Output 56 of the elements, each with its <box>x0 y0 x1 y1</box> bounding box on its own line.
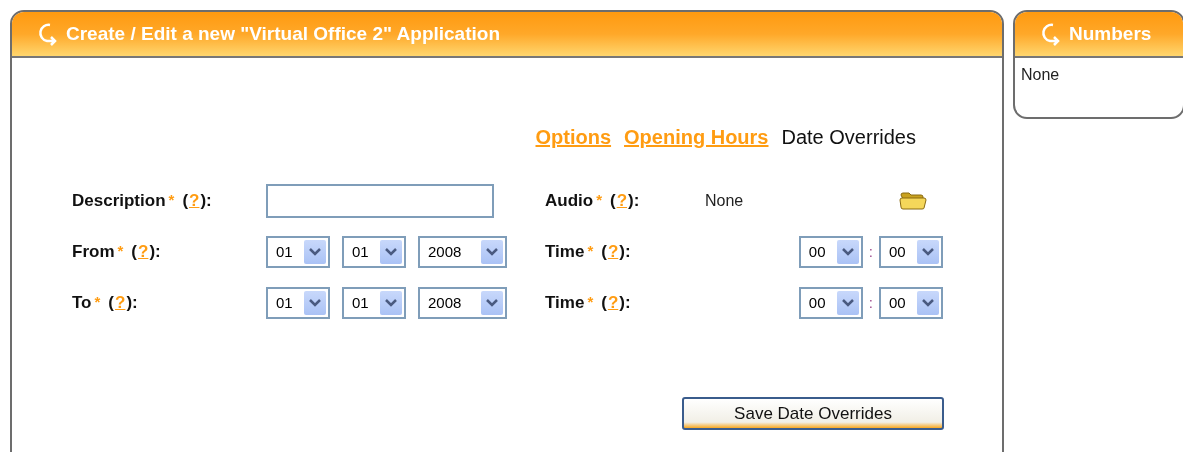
dropdown[interactable]: 2008 <box>418 286 507 319</box>
description-field[interactable] <box>266 183 494 218</box>
paren: ): <box>619 292 631 313</box>
field-label: Description <box>72 190 166 211</box>
return-arrow-icon <box>38 22 58 46</box>
caret-icon <box>309 298 321 307</box>
field-label: From <box>72 241 115 262</box>
paren: ( <box>108 292 115 313</box>
dropdown[interactable]: 00 <box>879 235 943 268</box>
paren: ( <box>601 241 607 262</box>
caret-icon <box>841 298 854 307</box>
required-mark: * <box>587 292 594 310</box>
dropdown[interactable]: 00 <box>798 235 863 268</box>
field-label: Audio <box>545 190 594 211</box>
paren: ): <box>126 292 138 313</box>
return-arrow-icon <box>1041 22 1061 46</box>
required-mark: * <box>596 190 602 208</box>
dropdown[interactable]: 2008 <box>418 235 507 268</box>
time-separator: : <box>868 243 873 260</box>
dropdown[interactable]: 00 <box>879 286 943 319</box>
required-mark: * <box>168 190 175 208</box>
folder-icon[interactable] <box>899 190 927 211</box>
save-button[interactable]: Save Date Overrides <box>682 397 944 430</box>
paren: ( <box>131 241 137 262</box>
paren: ): <box>149 241 161 262</box>
field-label: Time <box>545 241 585 262</box>
caret-icon <box>922 298 934 307</box>
numbers-value: None <box>1021 66 1060 83</box>
field-label: Time <box>545 292 585 313</box>
dropdown[interactable]: 01 <box>342 235 406 268</box>
paren: ): <box>619 241 631 262</box>
caret-icon <box>385 298 397 307</box>
caret-icon <box>309 247 321 256</box>
dropdown[interactable]: 01 <box>266 286 330 319</box>
field-label: To <box>72 292 92 313</box>
dropdown[interactable]: 01 <box>266 235 330 268</box>
panel-title: Create / Edit a new "Virtual Office 2" Application <box>66 23 500 45</box>
caret-icon <box>841 247 854 256</box>
caret-icon <box>486 298 498 307</box>
required-mark: * <box>117 241 124 259</box>
dropdown[interactable]: 01 <box>342 286 406 319</box>
paren: ): <box>628 190 640 211</box>
panel-title: Numbers <box>1069 23 1152 45</box>
paren: ( <box>182 190 189 211</box>
paren: ( <box>601 292 607 313</box>
caret-icon <box>922 247 934 256</box>
tab[interactable]: Date Overrides <box>781 126 916 149</box>
time-separator: : <box>868 294 873 311</box>
paren: ( <box>610 190 616 211</box>
required-mark: * <box>94 292 101 310</box>
audio-value: None <box>705 191 744 210</box>
required-mark: * <box>587 241 594 259</box>
caret-icon <box>385 247 397 256</box>
paren: ): <box>200 190 212 211</box>
dropdown[interactable]: 00 <box>798 286 863 319</box>
caret-icon <box>486 247 498 256</box>
